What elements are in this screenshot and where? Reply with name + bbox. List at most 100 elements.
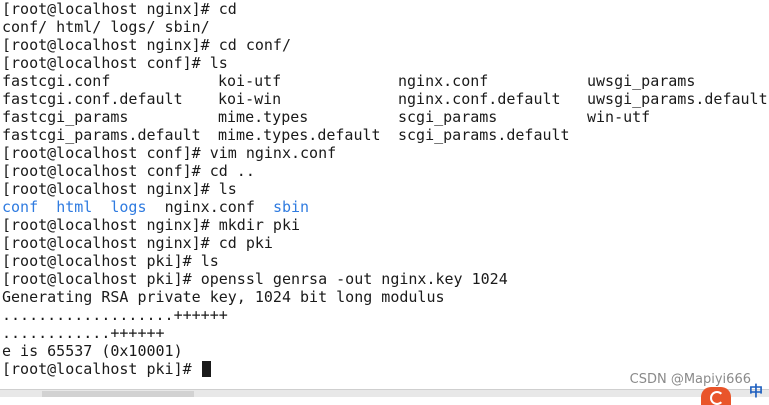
command-text: mkdir pki: [218, 216, 301, 234]
prompt-host: root@localhost: [11, 144, 138, 162]
watermark-text: CSDN @Mapiyi666: [629, 372, 751, 387]
ls-output-row: fastcgi_params mime.types scgi_params win-u…: [2, 108, 769, 126]
prompt-dir: nginx: [146, 0, 192, 18]
prompt-bracket-open: [: [2, 0, 12, 18]
prompt-host: root@localhost: [11, 162, 138, 180]
prompt-bracket-close: ]#: [182, 54, 210, 72]
prompt-dir: nginx: [146, 216, 192, 234]
prompt-line: [root@localhost nginx]# mkdir pki: [2, 216, 769, 234]
prompt-bracket-close: ]#: [191, 180, 219, 198]
prompt-line: [root@localhost pki]# openssl genrsa -ou…: [2, 270, 769, 288]
prompt-line: [root@localhost conf]# vim nginx.conf: [2, 144, 769, 162]
ls-output-row: fastcgi.conf.default koi-win nginx.conf.de…: [2, 90, 769, 108]
prompt-bracket-open: [: [2, 54, 12, 72]
prompt-bracket-open: [: [2, 162, 12, 180]
prompt-line: [root@localhost nginx]# cd pki: [2, 234, 769, 252]
file-entry: uwsgi_params: [587, 72, 696, 90]
file-entry: fastcgi.conf: [2, 72, 111, 90]
command-text: openssl genrsa -out nginx.key 1024: [200, 270, 508, 288]
prompt-bracket-close: ]#: [182, 162, 210, 180]
ls-output-row: fastcgi.conf koi-utf nginx.conf uwsgi_param…: [2, 72, 769, 90]
output-line: ............++++++: [2, 324, 165, 342]
command-text: cd: [218, 0, 237, 18]
prompt-bracket-close: ]#: [191, 216, 219, 234]
file-entry: fastcgi.conf.default: [2, 90, 183, 108]
prompt-dir: pki: [146, 360, 174, 378]
prompt-bracket-close: ]#: [173, 252, 201, 270]
output-line: ...................++++++: [2, 306, 228, 324]
prompt-host: root@localhost: [11, 180, 138, 198]
output-line: Generating RSA private key, 1024 bit lon…: [2, 288, 445, 306]
file-entry: uwsgi_params.default: [587, 90, 768, 108]
directory-entry: logs: [110, 198, 147, 216]
command-text: ls: [209, 54, 228, 72]
prompt-bracket-close: ]#: [191, 36, 219, 54]
file-entry: koi-win: [218, 90, 282, 108]
command-text: cd conf/: [218, 36, 291, 54]
prompt-line: [root@localhost conf]# ls: [2, 54, 769, 72]
prompt-line: [root@localhost nginx]# cd: [2, 0, 769, 18]
prompt-line: [root@localhost conf]# cd ..: [2, 162, 769, 180]
file-entry: nginx.conf: [164, 198, 255, 216]
prompt-bracket-open: [: [2, 144, 12, 162]
prompt-bracket-open: [: [2, 360, 12, 378]
prompt-dir: nginx: [146, 180, 192, 198]
prompt-line: [root@localhost nginx]# ls: [2, 180, 769, 198]
command-text: cd pki: [218, 234, 273, 252]
prompt-bracket-close: ]#: [182, 144, 210, 162]
prompt-dir: pki: [146, 270, 174, 288]
ls-output-row: fastcgi_params.default mime.types.default…: [2, 126, 769, 144]
prompt-dir: nginx: [146, 36, 192, 54]
prompt-dir: conf: [146, 162, 183, 180]
prompt-host: root@localhost: [11, 216, 138, 234]
command-text: vim nginx.conf: [209, 144, 337, 162]
prompt-host: root@localhost: [11, 54, 138, 72]
bottom-taskbar: [0, 389, 769, 397]
file-entry: nginx.conf: [398, 72, 489, 90]
csdn-logo-icon: [701, 387, 731, 405]
output-line: conf/ html/ logs/ sbin/: [2, 18, 210, 36]
directory-entry: sbin: [272, 198, 310, 216]
prompt-dir: nginx: [146, 234, 192, 252]
file-entry: mime.types.default: [218, 126, 381, 144]
text-cursor[interactable]: [201, 361, 211, 377]
command-text: ls: [218, 180, 237, 198]
prompt-host: root@localhost: [11, 252, 138, 270]
command-text: cd ..: [209, 162, 255, 180]
prompt-bracket-close: ]#: [191, 0, 219, 18]
directory-entry: conf: [2, 198, 39, 216]
file-entry: win-utf: [587, 108, 651, 126]
prompt-bracket-open: [: [2, 270, 12, 288]
prompt-host: root@localhost: [11, 36, 138, 54]
ls-output-row: conf html logs nginx.conf sbin: [2, 198, 769, 216]
prompt-bracket-close: ]#: [173, 360, 201, 378]
file-entry: fastcgi_params: [2, 108, 129, 126]
command-text: ls: [200, 252, 219, 270]
taskbar-tab[interactable]: [42, 391, 194, 397]
prompt-dir: conf: [146, 144, 183, 162]
prompt-bracket-open: [: [2, 180, 12, 198]
prompt-host: root@localhost: [11, 270, 138, 288]
file-entry: fastcgi_params.default: [2, 126, 201, 144]
prompt-dir: pki: [146, 252, 174, 270]
file-entry: nginx.conf.default: [398, 90, 561, 108]
terminal-output[interactable]: [root@localhost nginx]# cd conf/ html/ lo…: [2, 0, 769, 390]
prompt-bracket-close: ]#: [173, 270, 201, 288]
prompt-host: root@localhost: [11, 360, 138, 378]
file-entry: scgi_params.default: [398, 126, 570, 144]
file-entry: koi-utf: [218, 72, 282, 90]
prompt-bracket-close: ]#: [191, 234, 219, 252]
prompt-line: [root@localhost pki]# ls: [2, 252, 769, 270]
prompt-bracket-open: [: [2, 252, 12, 270]
prompt-host: root@localhost: [11, 0, 138, 18]
file-entry: scgi_params: [398, 108, 498, 126]
prompt-bracket-open: [: [2, 234, 12, 252]
output-line: e is 65537 (0x10001): [2, 342, 183, 360]
prompt-bracket-open: [: [2, 216, 12, 234]
prompt-line: [root@localhost nginx]# cd conf/: [2, 36, 769, 54]
directory-entry: html: [56, 198, 93, 216]
prompt-host: root@localhost: [11, 234, 138, 252]
input-method-icon: 中: [749, 384, 763, 400]
prompt-bracket-open: [: [2, 36, 12, 54]
file-entry: mime.types: [218, 108, 309, 126]
